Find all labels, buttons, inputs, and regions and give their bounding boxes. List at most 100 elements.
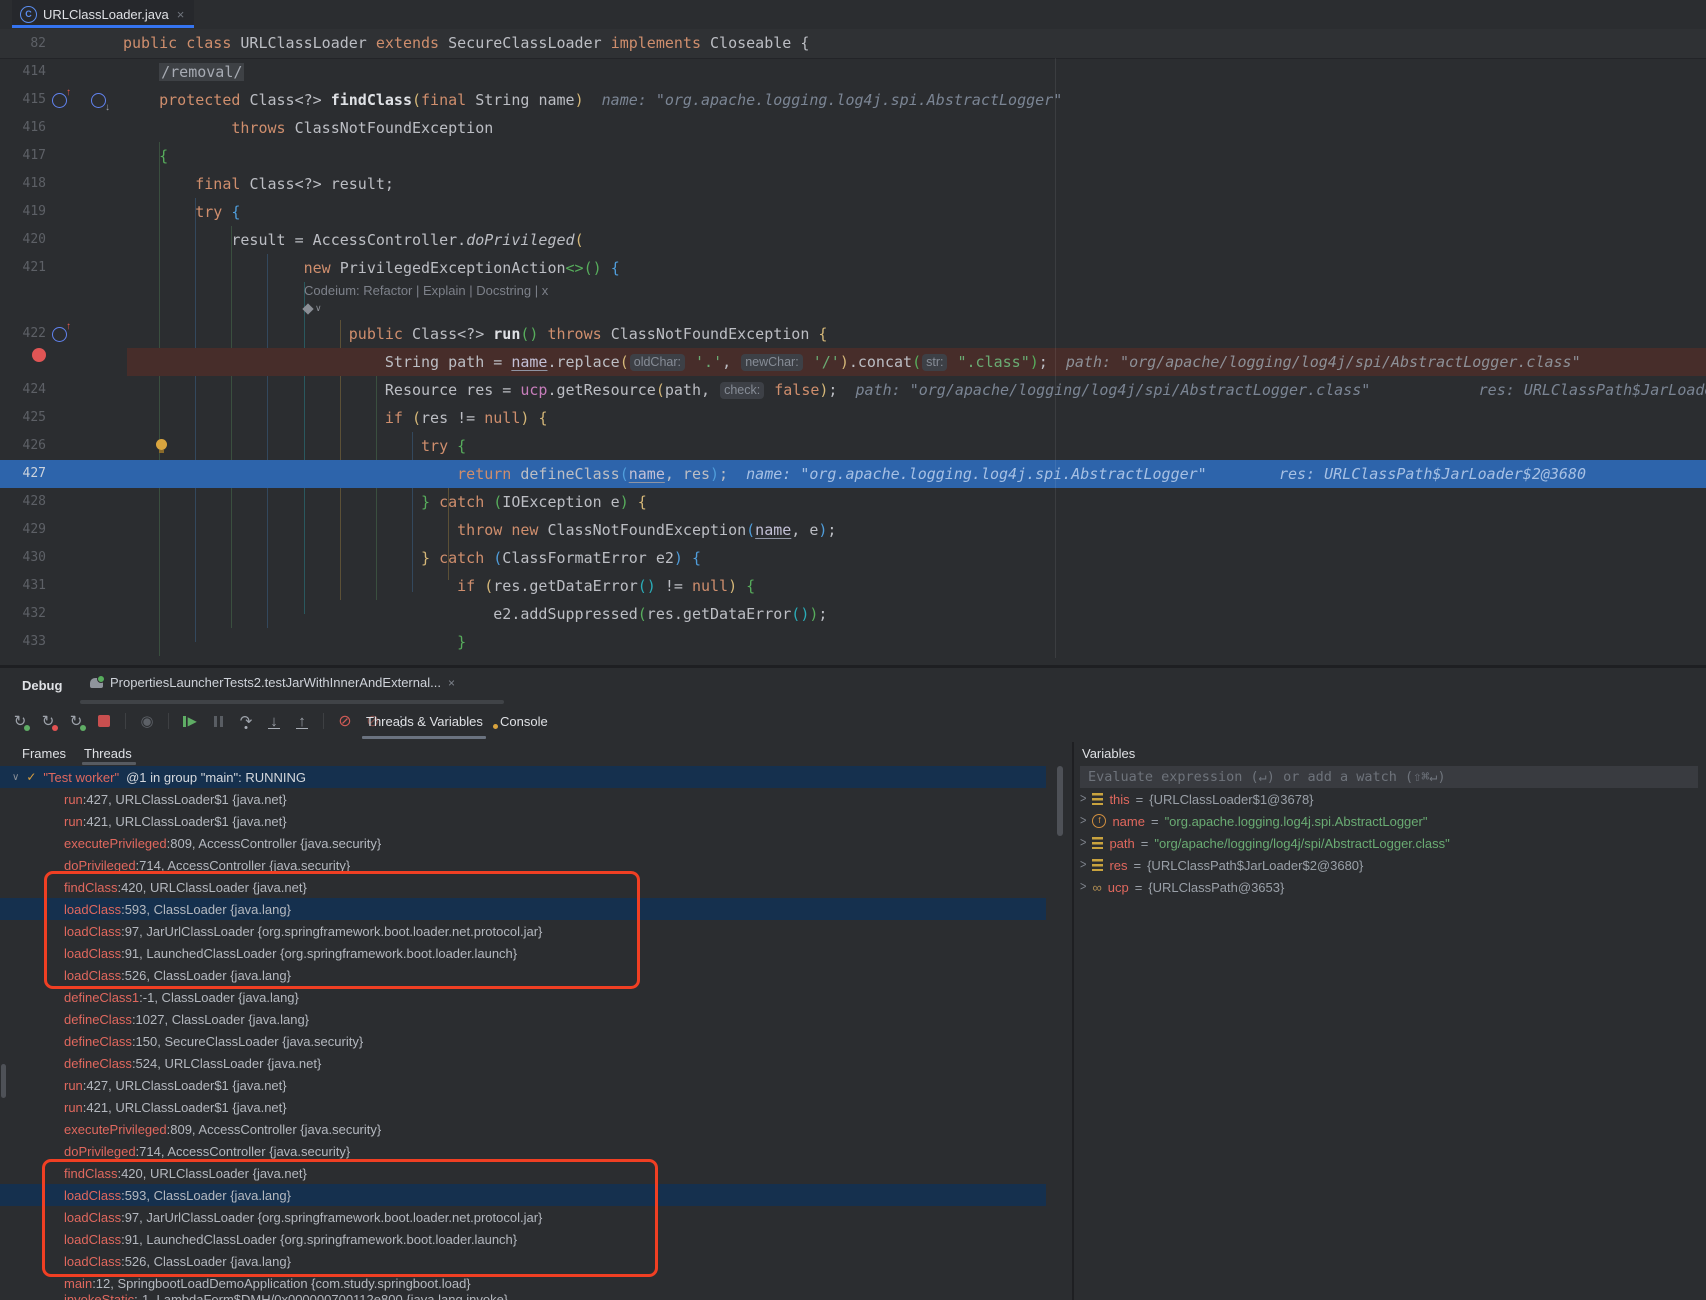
code-line[interactable]: 418 final Class<?> result; <box>0 170 1706 198</box>
code-line[interactable]: 432 e2.addSuppressed(res.getDataError())… <box>0 600 1706 628</box>
stack-frame-row[interactable]: run:427, URLClassLoader$1 {java.net} <box>0 1074 1046 1096</box>
override-down-icon[interactable]: ↓ <box>91 93 106 108</box>
stack-frame-row[interactable]: executePrivileged:809, AccessController … <box>0 832 1046 854</box>
code-line[interactable]: 425 if (res != null) { <box>0 404 1706 432</box>
rerun-icon[interactable]: ↻ <box>10 711 30 731</box>
line-number[interactable]: 418 <box>0 170 46 198</box>
line-number[interactable]: 414 <box>0 58 46 86</box>
pause-icon[interactable] <box>208 711 228 731</box>
scrollbar-thumb[interactable] <box>1 1064 6 1098</box>
code-line[interactable]: 424 Resource res = ucp.getResource(path,… <box>0 376 1706 404</box>
mute-breakpoints-icon[interactable]: ⊘ <box>335 711 355 731</box>
chevron-right-icon[interactable]: > <box>1080 836 1086 850</box>
stack-frame-row[interactable]: executePrivileged:809, AccessController … <box>0 1118 1046 1140</box>
code-line[interactable]: 430 } catch (ClassFormatError e2) { <box>0 544 1706 572</box>
line-number[interactable]: 431 <box>0 572 46 600</box>
stack-frame-row[interactable]: doPrivileged:714, AccessController {java… <box>0 854 1046 876</box>
line-number[interactable]: 419 <box>0 198 46 226</box>
code-line[interactable]: 431 if (res.getDataError() != null) { <box>0 572 1706 600</box>
line-number[interactable]: 417 <box>0 142 46 170</box>
step-out-icon[interactable]: ↑ <box>292 711 312 731</box>
intention-bulb-icon[interactable] <box>156 439 167 450</box>
debug-session-tab[interactable]: PropertiesLauncherTests2.testJarWithInne… <box>90 675 455 690</box>
stack-frame-row[interactable]: loadClass:91, LaunchedClassLoader {org.s… <box>0 1228 1046 1250</box>
line-number[interactable]: 429 <box>0 516 46 544</box>
stack-frame-row[interactable]: loadClass:97, JarUrlClassLoader {org.spr… <box>0 1206 1046 1228</box>
override-up-icon[interactable]: ↑ <box>52 327 67 342</box>
chevron-right-icon[interactable]: > <box>1080 858 1086 872</box>
codeium-inlay-hint[interactable]: Codeium: Refactor | Explain | Docstring … <box>0 282 1706 301</box>
subtab-threads[interactable]: Threads <box>84 746 132 761</box>
stack-frame-row[interactable]: findClass:420, URLClassLoader {java.net} <box>0 1162 1046 1184</box>
code-line[interactable]: 422↑ public Class<?> run() throws ClassN… <box>0 320 1706 348</box>
code-line[interactable]: 417 { <box>0 142 1706 170</box>
resume-icon[interactable]: ▶ <box>180 711 200 731</box>
stack-frame-row[interactable]: run:421, URLClassLoader$1 {java.net} <box>0 1096 1046 1118</box>
line-number[interactable]: 432 <box>0 600 46 628</box>
stack-frame-row[interactable]: findClass:420, URLClassLoader {java.net} <box>0 876 1046 898</box>
code-line[interactable]: 429 throw new ClassNotFoundException(nam… <box>0 516 1706 544</box>
stack-frame-row[interactable]: doPrivileged:714, AccessController {java… <box>0 1140 1046 1162</box>
rerun-failed-tests-icon[interactable]: ↻ <box>38 711 58 731</box>
stack-frame-row[interactable]: loadClass:526, ClassLoader {java.lang} <box>0 964 1046 986</box>
code-editor[interactable]: 414 /removal/415↑↓ protected Class<?> fi… <box>0 58 1706 665</box>
editor-tab[interactable]: C URLClassLoader.java × <box>12 0 194 28</box>
code-line[interactable]: 428 } catch (IOException e) { <box>0 488 1706 516</box>
code-line[interactable]: 414 /removal/ <box>0 58 1706 86</box>
stack-frame-row[interactable]: loadClass:91, LaunchedClassLoader {org.s… <box>0 942 1046 964</box>
variable-row[interactable]: >res = {URLClassPath$JarLoader$2@3680} <box>1074 854 1706 876</box>
variable-row[interactable]: >path = "org/apache/logging/log4j/spi/Ab… <box>1074 832 1706 854</box>
tab-scrollbar-thumb[interactable] <box>80 700 504 704</box>
thread-row[interactable]: ∨ ✓ "Test worker" @1 in group "main": RU… <box>0 766 1046 788</box>
code-line[interactable]: 416 throws ClassNotFoundException <box>0 114 1706 142</box>
step-into-icon[interactable]: ↓ <box>264 711 284 731</box>
line-number[interactable]: 428 <box>0 488 46 516</box>
stack-frame-row[interactable]: loadClass:97, JarUrlClassLoader {org.spr… <box>0 920 1046 942</box>
close-session-icon[interactable]: × <box>448 676 455 690</box>
code-line[interactable]: 433 } <box>0 628 1706 656</box>
chevron-right-icon[interactable]: > <box>1080 792 1086 806</box>
line-number[interactable]: 424 <box>0 376 46 404</box>
line-number[interactable]: 420 <box>0 226 46 254</box>
line-number[interactable] <box>0 348 46 362</box>
line-number[interactable]: 427 <box>0 460 46 488</box>
stack-frame-row[interactable]: run:427, URLClassLoader$1 {java.net} <box>0 788 1046 810</box>
code-line[interactable]: 421 new PrivilegedExceptionAction<>() { <box>0 254 1706 282</box>
current-execution-line[interactable]: 427 return defineClass(name, res); name:… <box>0 460 1706 488</box>
scrollbar-thumb[interactable] <box>1057 766 1063 836</box>
tab-console[interactable]: Console <box>500 714 548 729</box>
subtab-frames[interactable]: Frames <box>22 746 66 761</box>
line-number[interactable]: 426 <box>0 432 46 460</box>
override-up-icon[interactable]: ↑ <box>52 93 67 108</box>
chevron-right-icon[interactable]: > <box>1080 814 1086 828</box>
evaluate-expression-input[interactable]: Evaluate expression (↵) or add a watch (… <box>1080 766 1698 788</box>
code-line[interactable]: 426 try { <box>0 432 1706 460</box>
stack-frame-row[interactable]: defineClass1:-1, ClassLoader {java.lang} <box>0 986 1046 1008</box>
stop-icon[interactable] <box>94 711 114 731</box>
variable-row[interactable]: >this = {URLClassLoader$1@3678} <box>1074 788 1706 810</box>
codeium-actions-text[interactable]: Codeium: Refactor | Explain | Docstring … <box>304 283 548 298</box>
stack-frame-row[interactable]: defineClass:150, SecureClassLoader {java… <box>0 1030 1046 1052</box>
stack-frame-row[interactable]: defineClass:1027, ClassLoader {java.lang… <box>0 1008 1046 1030</box>
step-over-icon[interactable]: ↷ <box>236 711 256 731</box>
stack-frame-row[interactable]: run:421, URLClassLoader$1 {java.net} <box>0 810 1046 832</box>
line-number[interactable]: 430 <box>0 544 46 572</box>
close-tab-icon[interactable]: × <box>177 7 185 22</box>
line-number[interactable]: 415 <box>0 86 46 114</box>
tab-threads-and-variables[interactable]: Threads & Variables <box>366 714 483 729</box>
sticky-header-line[interactable]: 82 public class URLClassLoader extends S… <box>0 29 1706 59</box>
chevron-down-icon[interactable]: ∨ <box>12 772 19 783</box>
line-number[interactable]: 416 <box>0 114 46 142</box>
codeium-icon[interactable]: ∨ <box>304 303 322 314</box>
coverage-icon[interactable]: ◉ <box>137 711 157 731</box>
breakpoint-line[interactable]: String path = name.replace(oldChar: '.',… <box>0 348 1706 376</box>
line-number[interactable]: 433 <box>0 628 46 656</box>
stack-frame-row[interactable]: defineClass:524, URLClassLoader {java.ne… <box>0 1052 1046 1074</box>
stack-frame-row[interactable]: loadClass:526, ClassLoader {java.lang} <box>0 1250 1046 1272</box>
stack-frame-row[interactable]: loadClass:593, ClassLoader {java.lang} <box>0 1184 1046 1206</box>
chevron-right-icon[interactable]: > <box>1080 880 1086 894</box>
stack-frame-row[interactable]: loadClass:593, ClassLoader {java.lang} <box>0 898 1046 920</box>
line-number[interactable]: 422 <box>0 320 46 348</box>
breakpoint-icon[interactable] <box>32 348 46 362</box>
variable-row[interactable]: >fname = "org.apache.logging.log4j.spi.A… <box>1074 810 1706 832</box>
